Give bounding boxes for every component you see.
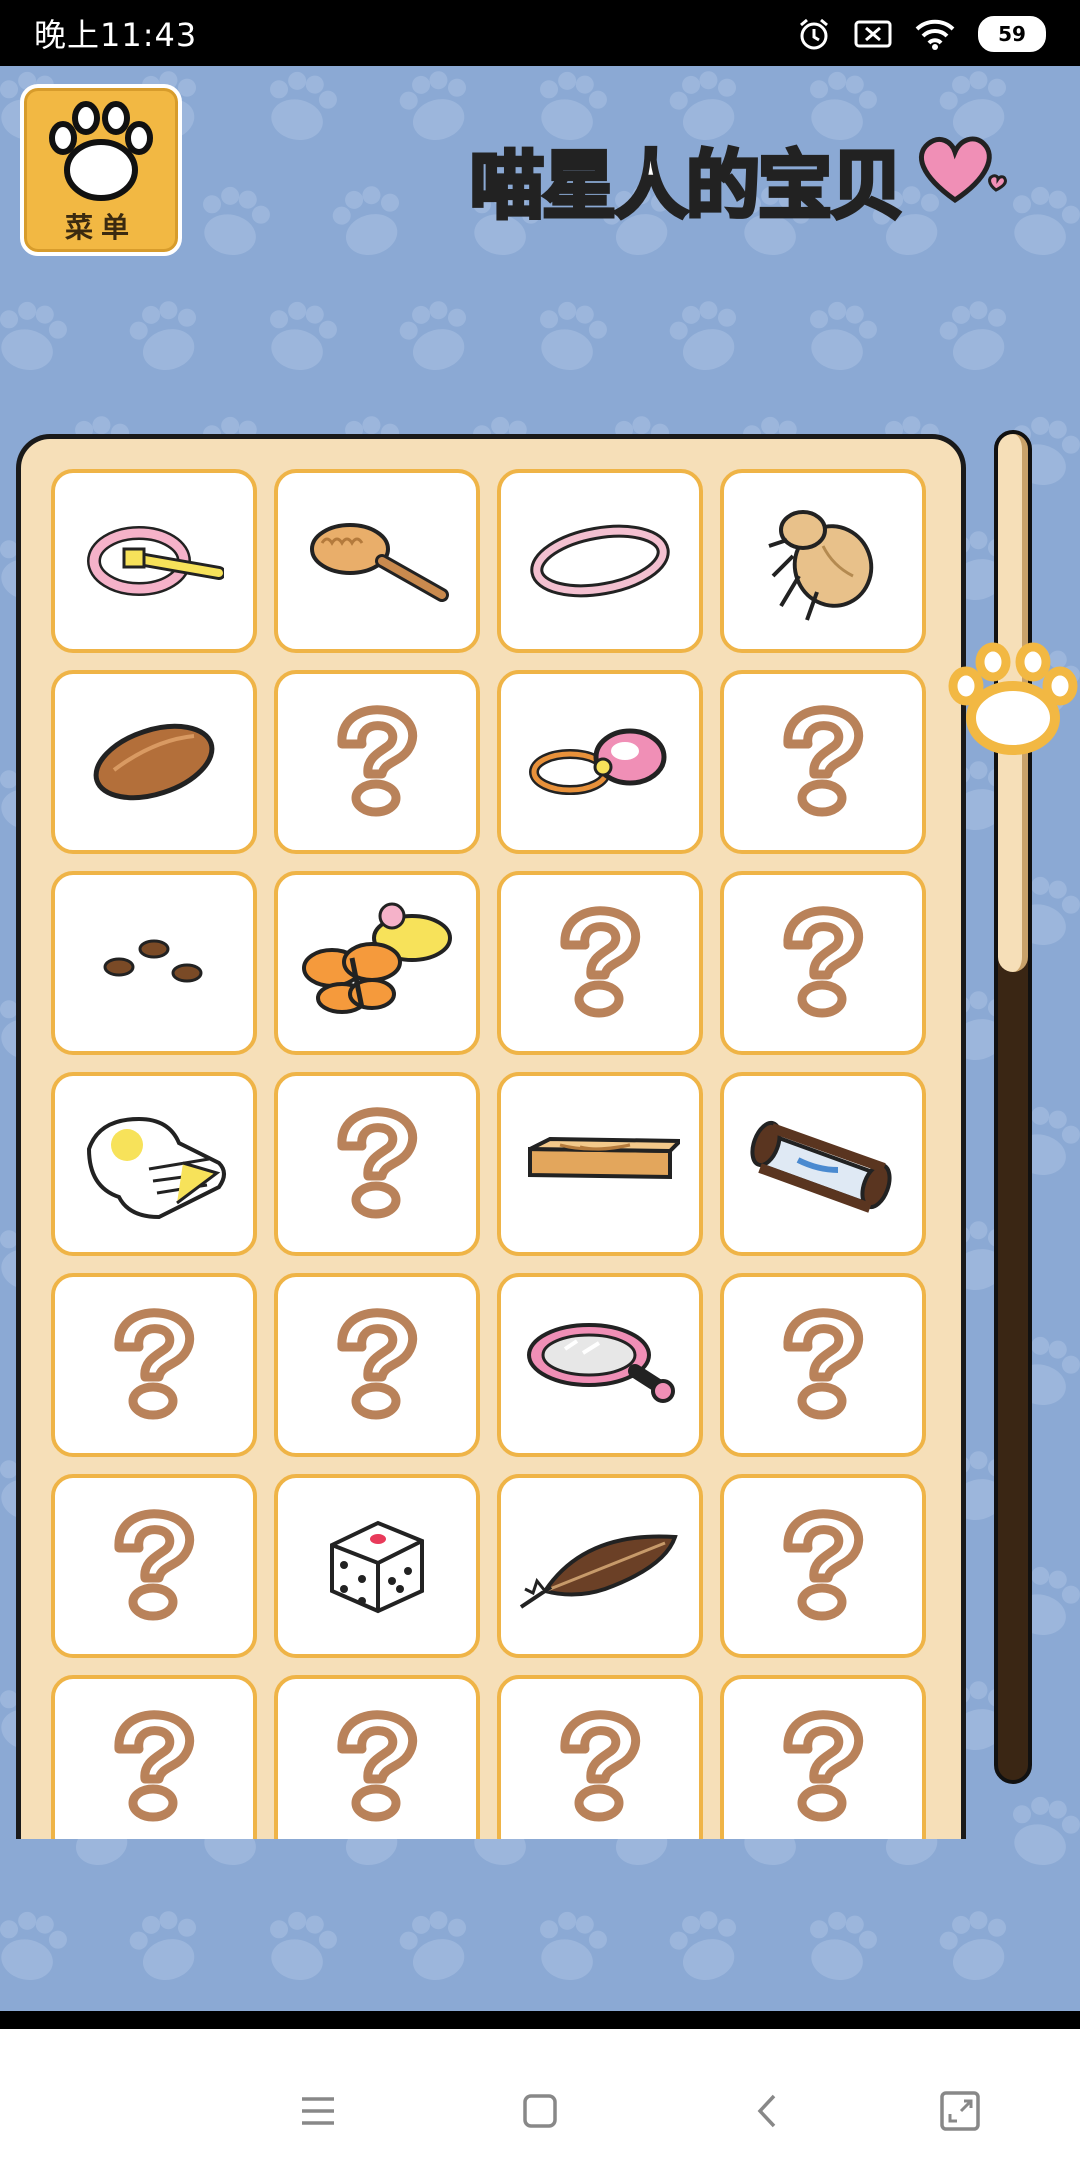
- question-mark-icon: [768, 903, 878, 1023]
- feather-icon: [515, 1521, 685, 1611]
- acorn-icon: [84, 712, 224, 812]
- wood-plank-icon: [520, 1129, 680, 1199]
- collection-item[interactable]: [497, 1273, 703, 1457]
- question-mark-icon: [768, 702, 878, 822]
- question-mark-icon: [99, 1707, 209, 1827]
- seeds-icon: [99, 933, 209, 993]
- back-icon[interactable]: [738, 2081, 798, 2141]
- battery-icon: 59: [978, 16, 1046, 52]
- collection-item[interactable]: [497, 1474, 703, 1658]
- cicada-shell-icon: [763, 496, 883, 626]
- question-mark-icon: [768, 1707, 878, 1827]
- game-screen: 菜单 喵星人的宝贝: [0, 66, 1080, 2011]
- scrollbar-paw-thumb[interactable]: [948, 636, 1078, 766]
- collection-item[interactable]: [497, 469, 703, 653]
- collection-grid: [51, 469, 926, 1839]
- collection-item-locked[interactable]: [497, 1675, 703, 1839]
- page-title: 喵星人的宝贝: [468, 141, 906, 231]
- question-mark-icon: [322, 1707, 432, 1827]
- collection-item[interactable]: [51, 1072, 257, 1256]
- collection-item-locked[interactable]: [51, 1273, 257, 1457]
- pink-collar-icon: [84, 511, 224, 611]
- collection-item-locked[interactable]: [720, 670, 926, 854]
- status-time: 晚上11:43: [34, 16, 198, 54]
- alarm-icon: [800, 18, 828, 50]
- brush-icon: [302, 511, 452, 611]
- collection-item[interactable]: [51, 871, 257, 1055]
- collection-item-locked[interactable]: [274, 1273, 480, 1457]
- status-icons: 59: [796, 12, 1046, 56]
- collection-item[interactable]: [720, 469, 926, 653]
- collection-item[interactable]: [274, 1474, 480, 1658]
- collection-item[interactable]: [720, 1072, 926, 1256]
- collection-item-locked[interactable]: [497, 871, 703, 1055]
- question-mark-icon: [768, 1305, 878, 1425]
- collection-item-locked[interactable]: [274, 670, 480, 854]
- screenshot-icon[interactable]: [930, 2081, 990, 2141]
- collection-item[interactable]: [51, 670, 257, 854]
- hand-mirror-icon: [525, 1315, 675, 1415]
- collection-item[interactable]: [497, 670, 703, 854]
- home-icon[interactable]: [510, 2081, 570, 2141]
- question-mark-icon: [99, 1506, 209, 1626]
- pink-ring-icon: [530, 521, 670, 601]
- question-mark-icon: [322, 1305, 432, 1425]
- question-mark-icon: [322, 1104, 432, 1224]
- scrollbar-track[interactable]: [994, 430, 1032, 1784]
- collection-item[interactable]: [274, 469, 480, 653]
- question-mark-icon: [545, 1707, 655, 1827]
- collection-item[interactable]: [274, 871, 480, 1055]
- collection-item-locked[interactable]: [274, 1072, 480, 1256]
- question-mark-icon: [322, 702, 432, 822]
- collection-item-locked[interactable]: [720, 1474, 926, 1658]
- question-mark-icon: [768, 1506, 878, 1626]
- collection-panel: [16, 434, 966, 1839]
- question-mark-icon: [99, 1305, 209, 1425]
- collection-item-locked[interactable]: [51, 1675, 257, 1839]
- butterfly-toy-icon: [292, 898, 462, 1028]
- sim-off-icon: [854, 20, 892, 48]
- menu-icon[interactable]: [288, 2081, 348, 2141]
- navigation-bar: [0, 2011, 1080, 2160]
- glove-icon: [79, 1109, 229, 1219]
- battery-level: 59: [998, 22, 1026, 46]
- wifi-icon: [915, 19, 955, 50]
- heart-icon: [918, 136, 1007, 204]
- menu-button[interactable]: 菜单: [20, 84, 182, 256]
- menu-label: 菜单: [64, 211, 137, 244]
- collection-item-locked[interactable]: [274, 1675, 480, 1839]
- collection-item-locked[interactable]: [720, 1675, 926, 1839]
- collection-item-locked[interactable]: [720, 1273, 926, 1457]
- paw-icon: [49, 101, 153, 201]
- dice-icon: [322, 1511, 432, 1621]
- collection-item-locked[interactable]: [720, 871, 926, 1055]
- collection-item-locked[interactable]: [51, 1474, 257, 1658]
- collection-item[interactable]: [51, 469, 257, 653]
- question-mark-icon: [545, 903, 655, 1023]
- pink-hair-tie-icon: [525, 717, 675, 807]
- collection-item[interactable]: [497, 1072, 703, 1256]
- hourglass-icon: [748, 1114, 898, 1214]
- status-bar: 晚上11:43 59: [0, 0, 1080, 66]
